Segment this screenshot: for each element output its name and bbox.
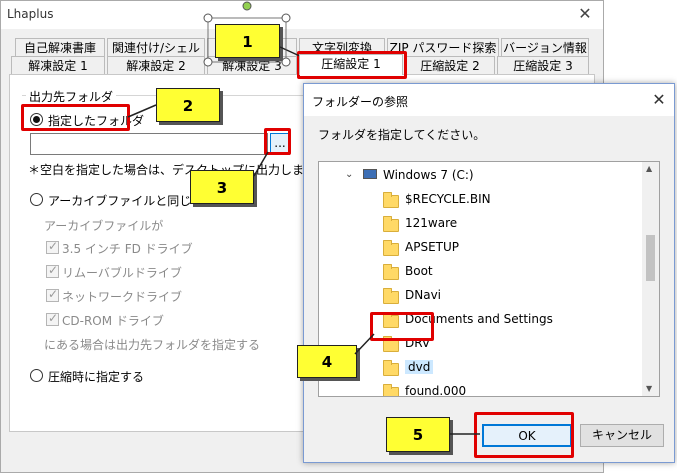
tab-extract-1[interactable]: 解凍設定 1 [11,56,105,75]
main-titlebar: Lhaplus ✕ [1,1,603,29]
dialog-title: フォルダーの参照 [312,95,409,109]
tree-folder-item[interactable]: DNavi [405,288,441,302]
folder-icon [383,264,399,280]
radio-at-compress[interactable] [30,369,43,382]
scroll-down-icon[interactable]: ▼ [646,384,652,393]
chevron-down-icon[interactable]: ⌄ [345,169,353,180]
folder-browse-dialog: フォルダーの参照 ✕ フォルダを指定してください。 ⌄ Windows 7 (C… [303,83,675,463]
folder-icon [383,288,399,304]
tree-folder-item[interactable]: $RECYCLE.BIN [405,192,491,206]
tab-association-shell[interactable]: 関連付け/シェル [107,38,205,57]
tree-folder-item-selected[interactable]: dvd [405,360,434,374]
callout-1: 1 [215,24,280,58]
callout-4: 4 [297,345,357,378]
dialog-prompt: フォルダを指定してください。 [318,128,486,142]
highlight-specified-folder [21,104,130,131]
folder-icon [383,240,399,256]
checkbox-removable-drive [46,263,59,278]
callout-3: 3 [190,170,254,204]
checkbox-cdrom-drive-label: CD-ROM ドライブ [62,314,164,328]
callout-2: 2 [156,88,220,122]
checkbox-network-drive [46,287,59,302]
folder-icon [383,192,399,208]
tree-folder-item[interactable]: Boot [405,264,433,278]
checkbox-cdrom-drive [46,311,59,326]
radio-at-compress-label: 圧縮時に指定する [48,370,145,384]
checkbox-removable-drive-label: リムーバブルドライブ [62,266,182,280]
dialog-titlebar: フォルダーの参照 ✕ [304,84,674,116]
output-folder-sub-note: にある場合は出力先フォルダを指定する [44,338,261,352]
archive-location-label: アーカイブファイルが [44,219,164,233]
tab-compress-1[interactable]: 圧縮設定 1 [299,54,403,75]
dialog-close-icon[interactable]: ✕ [649,90,669,110]
cancel-button[interactable]: キャンセル [580,424,664,447]
tree-folder-item[interactable]: found.000 [405,384,466,396]
tab-version-info[interactable]: バージョン情報 [501,38,589,57]
tab-compress-3[interactable]: 圧縮設定 3 [497,56,589,75]
folder-icon [383,216,399,232]
radio-same-folder[interactable] [30,193,43,206]
highlight-browse-button [264,128,291,155]
tab-extract-2[interactable]: 解凍設定 2 [107,56,205,75]
tab-self-extract[interactable]: 自己解凍書庫 [15,38,105,57]
blank-note: ＊空白を指定した場合は、デスクトップに出力します [28,163,317,177]
checkbox-fd-drive [46,239,59,254]
highlight-ok-button [474,412,574,458]
checkbox-fd-drive-label: 3.5 インチ FD ドライブ [62,242,193,256]
folder-icon [383,360,399,376]
folder-icon [383,384,399,396]
tree-folder-item[interactable]: APSETUP [405,240,459,254]
checkbox-network-drive-label: ネットワークドライブ [62,290,183,304]
folder-tree[interactable]: ⌄ Windows 7 (C:) $RECYCLE.BIN 121ware AP… [318,161,660,397]
tree-folder-item[interactable]: 121ware [405,216,457,230]
tree-root-drive[interactable]: Windows 7 (C:) [383,168,474,182]
tree-scrollbar[interactable]: ▲ ▼ [642,162,659,396]
scroll-up-icon[interactable]: ▲ [646,164,652,173]
output-folder-path-input[interactable] [30,133,268,155]
main-close-icon[interactable]: ✕ [575,5,595,23]
output-folder-group-label: 出力先フォルダ [26,88,117,105]
tab-compress-2[interactable]: 圧縮設定 2 [405,56,495,75]
highlight-dvd-folder [370,312,434,341]
main-window-title: Lhaplus [7,7,54,21]
drive-icon [363,169,377,179]
scroll-thumb[interactable] [646,235,655,281]
callout-5: 5 [386,417,450,452]
